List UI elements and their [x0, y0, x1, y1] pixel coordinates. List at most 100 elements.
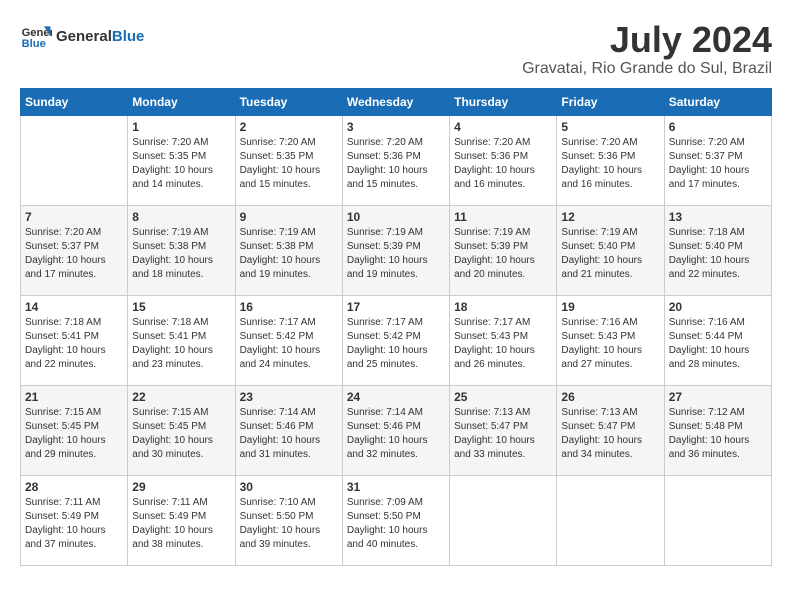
day-info: Sunrise: 7:20 AMSunset: 5:37 PMDaylight:…	[25, 226, 123, 282]
calendar-cell: 3 Sunrise: 7:20 AMSunset: 5:36 PMDayligh…	[342, 115, 449, 205]
calendar-cell: 13 Sunrise: 7:18 AMSunset: 5:40 PMDaylig…	[664, 205, 771, 295]
day-number: 26	[561, 390, 659, 404]
day-number: 14	[25, 300, 123, 314]
day-info: Sunrise: 7:20 AMSunset: 5:36 PMDaylight:…	[454, 136, 552, 192]
calendar-cell: 6 Sunrise: 7:20 AMSunset: 5:37 PMDayligh…	[664, 115, 771, 205]
day-info: Sunrise: 7:18 AMSunset: 5:41 PMDaylight:…	[25, 316, 123, 372]
calendar-cell: 28 Sunrise: 7:11 AMSunset: 5:49 PMDaylig…	[21, 475, 128, 565]
calendar-cell: 27 Sunrise: 7:12 AMSunset: 5:48 PMDaylig…	[664, 385, 771, 475]
calendar-week-row: 14 Sunrise: 7:18 AMSunset: 5:41 PMDaylig…	[21, 295, 772, 385]
day-info: Sunrise: 7:15 AMSunset: 5:45 PMDaylight:…	[25, 406, 123, 462]
month-title: July 2024	[522, 20, 772, 60]
logo-icon: General Blue	[20, 20, 52, 52]
day-number: 27	[669, 390, 767, 404]
day-info: Sunrise: 7:19 AMSunset: 5:39 PMDaylight:…	[454, 226, 552, 282]
weekday-header: Friday	[557, 88, 664, 115]
weekday-header: Saturday	[664, 88, 771, 115]
day-number: 21	[25, 390, 123, 404]
calendar-cell: 25 Sunrise: 7:13 AMSunset: 5:47 PMDaylig…	[450, 385, 557, 475]
day-number: 8	[132, 210, 230, 224]
day-number: 3	[347, 120, 445, 134]
calendar-cell: 17 Sunrise: 7:17 AMSunset: 5:42 PMDaylig…	[342, 295, 449, 385]
day-info: Sunrise: 7:19 AMSunset: 5:40 PMDaylight:…	[561, 226, 659, 282]
calendar-cell: 10 Sunrise: 7:19 AMSunset: 5:39 PMDaylig…	[342, 205, 449, 295]
calendar-week-row: 1 Sunrise: 7:20 AMSunset: 5:35 PMDayligh…	[21, 115, 772, 205]
day-number: 15	[132, 300, 230, 314]
calendar-week-row: 21 Sunrise: 7:15 AMSunset: 5:45 PMDaylig…	[21, 385, 772, 475]
calendar-week-row: 7 Sunrise: 7:20 AMSunset: 5:37 PMDayligh…	[21, 205, 772, 295]
calendar-cell: 11 Sunrise: 7:19 AMSunset: 5:39 PMDaylig…	[450, 205, 557, 295]
day-info: Sunrise: 7:18 AMSunset: 5:40 PMDaylight:…	[669, 226, 767, 282]
calendar-cell: 31 Sunrise: 7:09 AMSunset: 5:50 PMDaylig…	[342, 475, 449, 565]
title-block: July 2024 Gravatai, Rio Grande do Sul, B…	[522, 20, 772, 78]
calendar-cell	[664, 475, 771, 565]
day-info: Sunrise: 7:13 AMSunset: 5:47 PMDaylight:…	[561, 406, 659, 462]
calendar-cell: 14 Sunrise: 7:18 AMSunset: 5:41 PMDaylig…	[21, 295, 128, 385]
day-number: 1	[132, 120, 230, 134]
day-info: Sunrise: 7:14 AMSunset: 5:46 PMDaylight:…	[347, 406, 445, 462]
calendar-cell: 30 Sunrise: 7:10 AMSunset: 5:50 PMDaylig…	[235, 475, 342, 565]
day-info: Sunrise: 7:10 AMSunset: 5:50 PMDaylight:…	[240, 496, 338, 552]
day-info: Sunrise: 7:15 AMSunset: 5:45 PMDaylight:…	[132, 406, 230, 462]
day-number: 28	[25, 480, 123, 494]
page-header: General Blue GeneralBlue July 2024 Grava…	[20, 20, 772, 78]
day-number: 23	[240, 390, 338, 404]
calendar-cell	[21, 115, 128, 205]
day-number: 13	[669, 210, 767, 224]
weekday-header-row: SundayMondayTuesdayWednesdayThursdayFrid…	[21, 88, 772, 115]
day-number: 24	[347, 390, 445, 404]
weekday-header: Tuesday	[235, 88, 342, 115]
calendar-cell: 1 Sunrise: 7:20 AMSunset: 5:35 PMDayligh…	[128, 115, 235, 205]
day-info: Sunrise: 7:17 AMSunset: 5:42 PMDaylight:…	[240, 316, 338, 372]
calendar-cell: 5 Sunrise: 7:20 AMSunset: 5:36 PMDayligh…	[557, 115, 664, 205]
calendar-cell: 12 Sunrise: 7:19 AMSunset: 5:40 PMDaylig…	[557, 205, 664, 295]
day-number: 10	[347, 210, 445, 224]
day-info: Sunrise: 7:20 AMSunset: 5:35 PMDaylight:…	[240, 136, 338, 192]
calendar-cell: 2 Sunrise: 7:20 AMSunset: 5:35 PMDayligh…	[235, 115, 342, 205]
day-info: Sunrise: 7:11 AMSunset: 5:49 PMDaylight:…	[132, 496, 230, 552]
day-number: 2	[240, 120, 338, 134]
calendar-cell: 29 Sunrise: 7:11 AMSunset: 5:49 PMDaylig…	[128, 475, 235, 565]
logo-text: GeneralBlue	[56, 28, 144, 45]
day-number: 29	[132, 480, 230, 494]
day-info: Sunrise: 7:20 AMSunset: 5:37 PMDaylight:…	[669, 136, 767, 192]
day-info: Sunrise: 7:17 AMSunset: 5:43 PMDaylight:…	[454, 316, 552, 372]
weekday-header: Sunday	[21, 88, 128, 115]
weekday-header: Wednesday	[342, 88, 449, 115]
day-number: 5	[561, 120, 659, 134]
calendar-cell: 4 Sunrise: 7:20 AMSunset: 5:36 PMDayligh…	[450, 115, 557, 205]
day-number: 19	[561, 300, 659, 314]
day-info: Sunrise: 7:16 AMSunset: 5:43 PMDaylight:…	[561, 316, 659, 372]
calendar-table: SundayMondayTuesdayWednesdayThursdayFrid…	[20, 88, 772, 566]
svg-text:Blue: Blue	[22, 38, 46, 50]
day-info: Sunrise: 7:14 AMSunset: 5:46 PMDaylight:…	[240, 406, 338, 462]
calendar-cell: 24 Sunrise: 7:14 AMSunset: 5:46 PMDaylig…	[342, 385, 449, 475]
day-number: 22	[132, 390, 230, 404]
day-number: 25	[454, 390, 552, 404]
day-info: Sunrise: 7:09 AMSunset: 5:50 PMDaylight:…	[347, 496, 445, 552]
weekday-header: Thursday	[450, 88, 557, 115]
calendar-cell: 26 Sunrise: 7:13 AMSunset: 5:47 PMDaylig…	[557, 385, 664, 475]
day-number: 9	[240, 210, 338, 224]
day-info: Sunrise: 7:20 AMSunset: 5:36 PMDaylight:…	[347, 136, 445, 192]
day-number: 18	[454, 300, 552, 314]
day-number: 11	[454, 210, 552, 224]
calendar-week-row: 28 Sunrise: 7:11 AMSunset: 5:49 PMDaylig…	[21, 475, 772, 565]
calendar-cell: 21 Sunrise: 7:15 AMSunset: 5:45 PMDaylig…	[21, 385, 128, 475]
day-number: 16	[240, 300, 338, 314]
calendar-cell: 8 Sunrise: 7:19 AMSunset: 5:38 PMDayligh…	[128, 205, 235, 295]
calendar-cell	[557, 475, 664, 565]
day-number: 7	[25, 210, 123, 224]
weekday-header: Monday	[128, 88, 235, 115]
calendar-cell: 19 Sunrise: 7:16 AMSunset: 5:43 PMDaylig…	[557, 295, 664, 385]
day-info: Sunrise: 7:18 AMSunset: 5:41 PMDaylight:…	[132, 316, 230, 372]
calendar-cell: 9 Sunrise: 7:19 AMSunset: 5:38 PMDayligh…	[235, 205, 342, 295]
day-number: 6	[669, 120, 767, 134]
day-number: 12	[561, 210, 659, 224]
day-info: Sunrise: 7:19 AMSunset: 5:39 PMDaylight:…	[347, 226, 445, 282]
calendar-cell: 20 Sunrise: 7:16 AMSunset: 5:44 PMDaylig…	[664, 295, 771, 385]
day-info: Sunrise: 7:11 AMSunset: 5:49 PMDaylight:…	[25, 496, 123, 552]
day-info: Sunrise: 7:16 AMSunset: 5:44 PMDaylight:…	[669, 316, 767, 372]
location: Gravatai, Rio Grande do Sul, Brazil	[522, 60, 772, 78]
calendar-cell: 7 Sunrise: 7:20 AMSunset: 5:37 PMDayligh…	[21, 205, 128, 295]
